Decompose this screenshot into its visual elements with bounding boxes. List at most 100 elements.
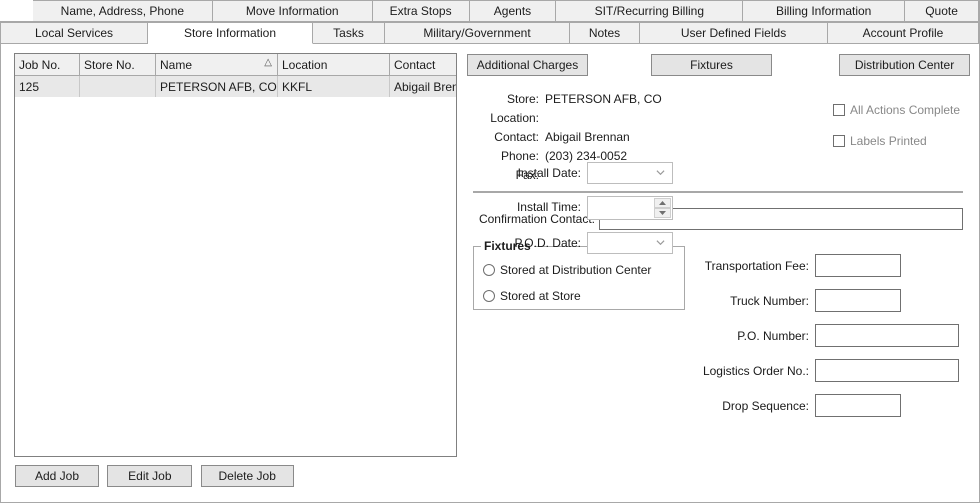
column-header-label: Store No. xyxy=(84,57,135,72)
tab-move-information[interactable]: Move Information xyxy=(212,0,373,22)
radio-label: Stored at Store xyxy=(500,289,581,303)
tab-label: Billing Information xyxy=(775,4,872,18)
delete-job-button[interactable]: Delete Job xyxy=(200,465,294,487)
checkbox-icon[interactable] xyxy=(833,104,845,116)
transportation-fee-field: Transportation Fee: xyxy=(705,254,901,277)
labels-printed-label: Labels Printed xyxy=(850,134,927,148)
install-time-label: Install Time: xyxy=(516,200,581,214)
tab-label: Name, Address, Phone xyxy=(60,4,185,18)
tab-user-defined-fields[interactable]: User Defined Fields xyxy=(640,22,828,44)
install-date-combo[interactable] xyxy=(587,162,673,184)
radio-stored-at-distribution-center[interactable]: Stored at Distribution Center xyxy=(483,263,651,277)
all-actions-complete-checkbox-row[interactable]: All Actions Complete xyxy=(833,103,960,117)
column-header-name[interactable]: Name △ xyxy=(155,54,278,76)
column-header-location[interactable]: Location xyxy=(277,54,390,76)
spinner-up-button[interactable] xyxy=(654,198,671,208)
tab-notes[interactable]: Notes xyxy=(570,22,640,44)
tab-label: Store Information xyxy=(183,26,277,40)
logistics-order-no-input[interactable] xyxy=(815,359,959,382)
add-job-button[interactable]: Add Job xyxy=(15,465,99,487)
tab-military-government[interactable]: Military/Government xyxy=(385,22,570,44)
tab-extra-stops[interactable]: Extra Stops xyxy=(372,0,470,22)
tab-row-secondary: Local Services Store Information Tasks Mili… xyxy=(0,22,980,44)
install-date-field: Install Date: xyxy=(518,162,673,184)
transportation-fee-label: Transportation Fee: xyxy=(704,259,809,273)
labels-printed-checkbox-row[interactable]: Labels Printed xyxy=(833,134,927,148)
tab-name-address-phone[interactable]: Name, Address, Phone xyxy=(32,0,213,22)
drop-sequence-input[interactable] xyxy=(815,394,901,417)
jobs-table-body: 125 PETERSON AFB, COKKFLAbigail Brennan xyxy=(15,75,456,97)
tab-account-profile[interactable]: Account Profile xyxy=(828,22,979,44)
store-info-label: Contact: xyxy=(494,130,539,144)
store-information-panel: Job No. Store No. Name △ Location Contact 125… xyxy=(0,44,980,503)
checkbox-icon[interactable] xyxy=(833,135,845,147)
caret-up-icon xyxy=(659,201,666,205)
drop-sequence-label: Drop Sequence: xyxy=(722,399,809,413)
tab-quote[interactable]: Quote xyxy=(905,0,979,22)
store-info-label: Phone: xyxy=(500,149,539,163)
install-date-label: Install Date: xyxy=(517,166,581,180)
table-cell: 125 xyxy=(15,75,80,97)
tab-label: Agents xyxy=(493,4,532,18)
tab-label: Move Information xyxy=(245,4,339,18)
table-cell: PETERSON AFB, CO xyxy=(155,75,278,97)
tab-sit-recurring-billing[interactable]: SIT/Recurring Billing xyxy=(556,0,744,22)
tab-tasks[interactable]: Tasks xyxy=(313,22,385,44)
tab-row-primary: Name, Address, Phone Move Information Extr… xyxy=(0,0,980,22)
po-number-input[interactable] xyxy=(815,324,959,347)
drop-sequence-field: Drop Sequence: xyxy=(722,394,901,417)
chevron-down-icon xyxy=(656,240,665,246)
fixtures-button[interactable]: Fixtures xyxy=(651,54,772,76)
install-time-spinner[interactable] xyxy=(587,196,673,220)
radio-icon[interactable] xyxy=(483,290,495,302)
tab-store-information[interactable]: Store Information xyxy=(148,22,313,44)
tab-label: Military/Government xyxy=(423,26,531,40)
tab-label: Tasks xyxy=(333,26,364,40)
fixtures-group: Fixtures Stored at Distribution Center S… xyxy=(473,239,685,310)
additional-charges-button[interactable]: Additional Charges xyxy=(467,54,588,76)
confirmation-contact-label: Confirmation Contact: xyxy=(478,212,595,226)
pod-date-combo[interactable] xyxy=(587,232,673,254)
store-info-value: (203) 234-0052 xyxy=(545,149,628,163)
transportation-fee-input[interactable] xyxy=(815,254,901,277)
truck-number-input[interactable] xyxy=(815,289,901,312)
store-info-value: Abigail Brennan xyxy=(545,130,630,144)
install-time-field: Install Time: xyxy=(517,196,673,220)
pod-date-label: P.O.D. Date: xyxy=(514,236,581,250)
jobs-table: Job No. Store No. Name △ Location Contact 125… xyxy=(15,54,456,97)
truck-number-label: Truck Number: xyxy=(730,294,809,308)
table-cell: Abigail Brennan xyxy=(389,75,456,97)
column-header-job-no[interactable]: Job No. xyxy=(15,54,80,76)
all-actions-complete-label: All Actions Complete xyxy=(850,103,961,117)
store-info-row: Location: xyxy=(467,111,807,130)
column-header-label: Job No. xyxy=(19,57,61,72)
tab-label: Extra Stops xyxy=(389,4,452,18)
distribution-center-button[interactable]: Distribution Center xyxy=(839,54,970,76)
tab-strip: Name, Address, Phone Move Information Extr… xyxy=(0,0,980,44)
edit-job-button[interactable]: Edit Job xyxy=(107,465,193,487)
column-header-contact[interactable]: Contact xyxy=(389,54,456,76)
spinner-down-button[interactable] xyxy=(654,208,671,218)
table-cell: KKFL xyxy=(277,75,390,97)
tab-agents[interactable]: Agents xyxy=(469,0,557,22)
spinner-buttons xyxy=(654,198,671,218)
radio-icon[interactable] xyxy=(483,264,495,276)
table-row[interactable]: 125 PETERSON AFB, COKKFLAbigail Brennan xyxy=(15,75,456,97)
logistics-order-no-label: Logistics Order No.: xyxy=(702,364,809,378)
store-info-row: Contact: Abigail Brennan xyxy=(467,130,807,149)
tab-billing-information[interactable]: Billing Information xyxy=(743,0,906,22)
truck-number-field: Truck Number: xyxy=(730,289,901,312)
column-header-store-no[interactable]: Store No. xyxy=(79,54,156,76)
sort-ascending-icon: △ xyxy=(264,57,272,68)
tab-label: SIT/Recurring Billing xyxy=(594,4,705,18)
jobs-table-header-row: Job No. Store No. Name △ Location Contact xyxy=(15,54,456,76)
radio-stored-at-store[interactable]: Stored at Store xyxy=(483,289,581,303)
column-header-label: Contact xyxy=(394,57,436,72)
tab-local-services[interactable]: Local Services xyxy=(0,22,148,44)
tab-label: User Defined Fields xyxy=(680,26,787,40)
column-header-label: Location xyxy=(282,57,328,72)
store-details-pane: Additional Charges Fixtures Distribution… xyxy=(467,50,972,497)
jobs-grid[interactable]: Job No. Store No. Name △ Location Contact 125… xyxy=(14,53,457,457)
pod-date-field: P.O.D. Date: xyxy=(515,232,673,254)
tab-row-spacer xyxy=(0,0,33,22)
